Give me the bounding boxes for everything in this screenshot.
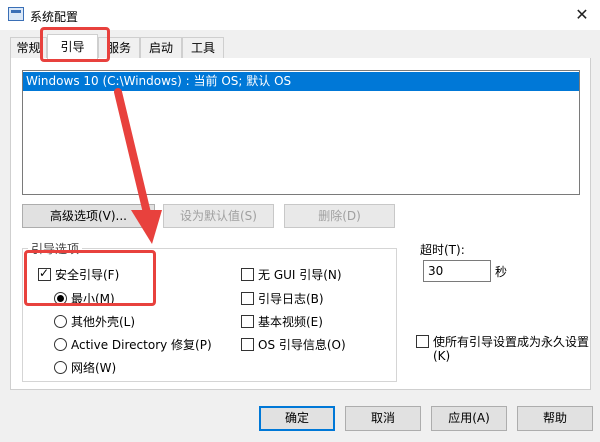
annotation-arrow-icon bbox=[114, 88, 162, 244]
tab-boot[interactable]: 引导 bbox=[47, 34, 98, 59]
